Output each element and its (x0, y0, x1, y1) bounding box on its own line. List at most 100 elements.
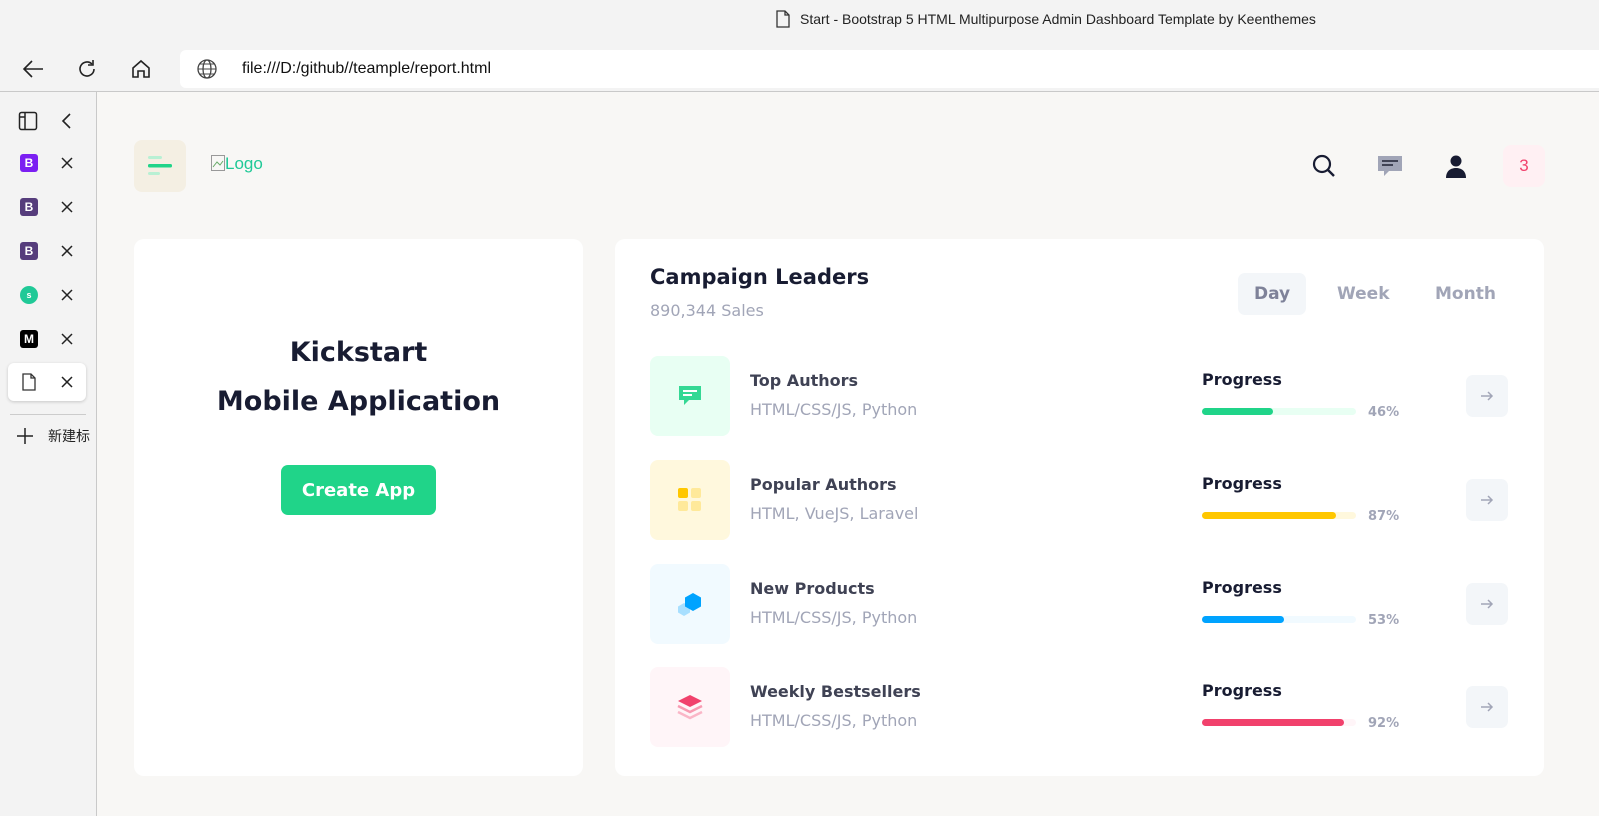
page-content: Logo 3 Kickstart Mobile Application Crea… (97, 92, 1599, 816)
home-button[interactable] (126, 54, 156, 84)
progress-fill (1202, 408, 1273, 415)
item-name[interactable]: Popular Authors (750, 475, 897, 494)
back-arrow-icon (22, 60, 43, 78)
progress-label: Progress (1202, 681, 1282, 700)
address-bar[interactable]: file:///D:/github//teample/report.html (180, 50, 1599, 88)
item-name[interactable]: Top Authors (750, 371, 858, 390)
menu-icon (148, 156, 172, 175)
campaign-leaders-card: Campaign Leaders 890,344 Sales Day Week … (615, 239, 1544, 776)
browser-tab[interactable]: M (8, 320, 86, 358)
item-subtitle: HTML/CSS/JS, Python (750, 711, 918, 730)
search-button[interactable] (1306, 148, 1342, 184)
list-item: New Products HTML/CSS/JS, Python Progress 5… (650, 564, 1510, 646)
window-titlebar: Start - Bootstrap 5 HTML Multipurpose Ad… (0, 0, 1599, 44)
tab-favicon: B (20, 198, 38, 216)
close-icon[interactable] (58, 198, 76, 216)
chat-icon (650, 356, 730, 436)
tab-actions-row (8, 102, 86, 140)
new-tab-button[interactable]: 新建标 (16, 426, 96, 446)
progress-percent: 46% (1368, 405, 1400, 420)
arrow-right-icon (1481, 599, 1494, 609)
tab-day[interactable]: Day (1238, 273, 1307, 315)
arrow-right-icon (1481, 702, 1494, 712)
progress-fill (1202, 616, 1284, 623)
tab-favicon: B (20, 242, 38, 260)
list-item: Weekly Bestsellers HTML/CSS/JS, Python Pro… (650, 667, 1510, 749)
collapse-chevron-icon[interactable] (60, 112, 72, 130)
browser-tab[interactable]: B (8, 232, 86, 270)
kickstart-title-line1: Kickstart (289, 337, 428, 368)
browser-tab[interactable]: B (8, 188, 86, 226)
item-name[interactable]: Weekly Bestsellers (750, 682, 921, 701)
logo[interactable]: Logo (211, 154, 263, 174)
campaign-title: Campaign Leaders (650, 265, 870, 289)
item-subtitle: HTML/CSS/JS, Python (750, 400, 918, 419)
close-icon[interactable] (58, 286, 76, 304)
page-icon (776, 10, 790, 28)
view-details-button[interactable] (1466, 375, 1508, 417)
view-details-button[interactable] (1466, 583, 1508, 625)
tab-month[interactable]: Month (1419, 273, 1512, 315)
browser-tab[interactable]: B (8, 144, 86, 182)
close-icon[interactable] (58, 330, 76, 348)
tab-favicon: s (20, 286, 38, 304)
list-item: Popular Authors HTML, VueJS, Laravel Progr… (650, 460, 1510, 542)
arrow-right-icon (1481, 495, 1494, 505)
chat-icon (1378, 156, 1402, 176)
refresh-button[interactable] (72, 54, 102, 84)
progress-percent: 53% (1368, 613, 1400, 628)
window-title: Start - Bootstrap 5 HTML Multipurpose Ad… (776, 10, 1316, 28)
tab-week[interactable]: Week (1321, 273, 1406, 315)
user-icon (1446, 155, 1466, 178)
view-details-button[interactable] (1466, 479, 1508, 521)
layers-icon (650, 667, 730, 747)
browser-tab[interactable]: s (8, 276, 86, 314)
item-name[interactable]: New Products (750, 579, 875, 598)
search-icon (1312, 154, 1335, 177)
tab-divider (10, 414, 86, 415)
refresh-icon (79, 60, 95, 77)
browser-toolbar: file:///D:/github//teample/report.html (0, 44, 1599, 92)
plus-icon (17, 428, 33, 444)
window-title-text: Start - Bootstrap 5 HTML Multipurpose Ad… (800, 11, 1316, 27)
browser-tab[interactable] (8, 363, 86, 401)
messages-button[interactable] (1372, 148, 1408, 184)
campaign-subtitle: 890,344 Sales (650, 301, 764, 320)
sidebar-panel-icon[interactable] (18, 111, 38, 131)
menu-toggle-button[interactable] (134, 140, 186, 192)
cube-icon (650, 564, 730, 644)
view-details-button[interactable] (1466, 686, 1508, 728)
close-icon[interactable] (58, 373, 76, 391)
progress-bar (1202, 719, 1356, 726)
tab-favicon: M (20, 330, 38, 348)
user-menu-button[interactable] (1438, 148, 1474, 184)
progress-label: Progress (1202, 578, 1282, 597)
tab-favicon: B (20, 154, 38, 172)
close-icon[interactable] (58, 154, 76, 172)
page-icon (20, 373, 38, 391)
globe-icon (197, 59, 217, 79)
grid-icon (650, 460, 730, 540)
close-icon[interactable] (58, 242, 76, 260)
create-app-button[interactable]: Create App (281, 465, 436, 515)
kickstart-title-line2: Mobile Application (216, 386, 501, 417)
home-icon (132, 59, 150, 78)
url-text: file:///D:/github//teample/report.html (242, 60, 491, 77)
progress-fill (1202, 719, 1344, 726)
progress-label: Progress (1202, 474, 1282, 493)
logo-alt-text: Logo (225, 154, 263, 173)
item-subtitle: HTML/CSS/JS, Python (750, 608, 918, 627)
back-button[interactable] (18, 54, 48, 84)
kickstart-card: Kickstart Mobile Application Create App (134, 239, 583, 776)
item-subtitle: HTML, VueJS, Laravel (750, 504, 919, 523)
progress-bar (1202, 512, 1356, 519)
new-tab-label: 新建标 (48, 429, 90, 445)
progress-label: Progress (1202, 370, 1282, 389)
progress-percent: 92% (1368, 716, 1400, 731)
progress-bar (1202, 408, 1356, 415)
notification-badge-button[interactable]: 3 (1503, 145, 1545, 187)
progress-bar (1202, 616, 1356, 623)
vertical-tab-strip: B B Bs M 新建标 (0, 92, 97, 816)
progress-fill (1202, 512, 1336, 519)
list-item: Top Authors HTML/CSS/JS, Python Progress 46… (650, 356, 1510, 438)
